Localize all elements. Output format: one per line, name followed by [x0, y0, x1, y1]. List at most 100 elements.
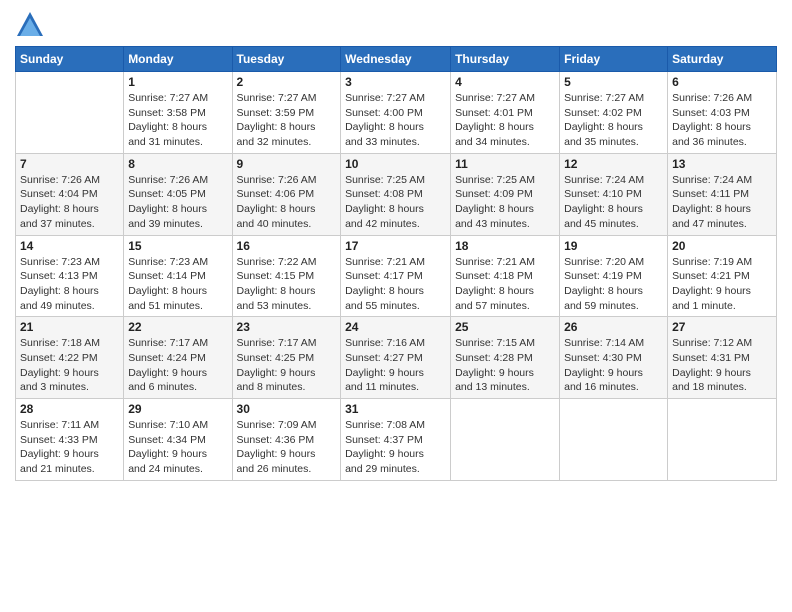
day-number: 14	[20, 239, 119, 253]
day-number: 23	[237, 320, 337, 334]
day-number: 29	[128, 402, 227, 416]
day-number: 25	[455, 320, 555, 334]
day-info: Sunrise: 7:11 AM Sunset: 4:33 PM Dayligh…	[20, 418, 119, 477]
day-number: 30	[237, 402, 337, 416]
day-number: 6	[672, 75, 772, 89]
day-number: 27	[672, 320, 772, 334]
day-info: Sunrise: 7:09 AM Sunset: 4:36 PM Dayligh…	[237, 418, 337, 477]
day-info: Sunrise: 7:27 AM Sunset: 4:02 PM Dayligh…	[564, 91, 663, 150]
calendar-week-row: 1 Sunrise: 7:27 AM Sunset: 3:58 PM Daylig…	[16, 72, 777, 154]
day-info: Sunrise: 7:14 AM Sunset: 4:30 PM Dayligh…	[564, 336, 663, 395]
day-number: 21	[20, 320, 119, 334]
calendar-cell: 25 Sunrise: 7:15 AM Sunset: 4:28 PM Dayli…	[451, 317, 560, 399]
day-info: Sunrise: 7:25 AM Sunset: 4:08 PM Dayligh…	[345, 173, 446, 232]
calendar-cell: 2 Sunrise: 7:27 AM Sunset: 3:59 PM Daylig…	[232, 72, 341, 154]
calendar-week-row: 21 Sunrise: 7:18 AM Sunset: 4:22 PM Dayli…	[16, 317, 777, 399]
day-number: 11	[455, 157, 555, 171]
calendar-cell: 27 Sunrise: 7:12 AM Sunset: 4:31 PM Dayli…	[668, 317, 777, 399]
day-info: Sunrise: 7:19 AM Sunset: 4:21 PM Dayligh…	[672, 255, 772, 314]
day-info: Sunrise: 7:10 AM Sunset: 4:34 PM Dayligh…	[128, 418, 227, 477]
calendar-week-row: 7 Sunrise: 7:26 AM Sunset: 4:04 PM Daylig…	[16, 153, 777, 235]
calendar-cell: 22Sunrise: 7:17 AM Sunset: 4:24 PM Dayli…	[124, 317, 232, 399]
day-info: Sunrise: 7:20 AM Sunset: 4:19 PM Dayligh…	[564, 255, 663, 314]
calendar-week-row: 14 Sunrise: 7:23 AM Sunset: 4:13 PM Dayli…	[16, 235, 777, 317]
day-number: 5	[564, 75, 663, 89]
calendar-day-header: Thursday	[451, 47, 560, 72]
day-number: 2	[237, 75, 337, 89]
calendar-cell: 28 Sunrise: 7:11 AM Sunset: 4:33 PM Dayli…	[16, 399, 124, 481]
day-number: 31	[345, 402, 446, 416]
day-info: Sunrise: 7:15 AM Sunset: 4:28 PM Dayligh…	[455, 336, 555, 395]
calendar-header-row: SundayMondayTuesdayWednesdayThursdayFrid…	[16, 47, 777, 72]
calendar-cell: 3Sunrise: 7:27 AM Sunset: 4:00 PM Daylig…	[341, 72, 451, 154]
day-number: 16	[237, 239, 337, 253]
day-info: Sunrise: 7:26 AM Sunset: 4:03 PM Dayligh…	[672, 91, 772, 150]
day-info: Sunrise: 7:18 AM Sunset: 4:22 PM Dayligh…	[20, 336, 119, 395]
calendar-cell: 6 Sunrise: 7:26 AM Sunset: 4:03 PM Daylig…	[668, 72, 777, 154]
calendar-cell: 30 Sunrise: 7:09 AM Sunset: 4:36 PM Dayli…	[232, 399, 341, 481]
calendar-cell: 14 Sunrise: 7:23 AM Sunset: 4:13 PM Dayli…	[16, 235, 124, 317]
calendar-cell: 12Sunrise: 7:24 AM Sunset: 4:10 PM Dayli…	[560, 153, 668, 235]
logo	[15, 10, 49, 40]
day-number: 1	[128, 75, 227, 89]
day-number: 4	[455, 75, 555, 89]
day-number: 7	[20, 157, 119, 171]
header	[15, 10, 777, 40]
calendar-cell	[560, 399, 668, 481]
day-info: Sunrise: 7:24 AM Sunset: 4:11 PM Dayligh…	[672, 173, 772, 232]
calendar-cell: 26Sunrise: 7:14 AM Sunset: 4:30 PM Dayli…	[560, 317, 668, 399]
calendar-cell: 10 Sunrise: 7:25 AM Sunset: 4:08 PM Dayli…	[341, 153, 451, 235]
day-info: Sunrise: 7:23 AM Sunset: 4:14 PM Dayligh…	[128, 255, 227, 314]
calendar-week-row: 28 Sunrise: 7:11 AM Sunset: 4:33 PM Dayli…	[16, 399, 777, 481]
day-number: 18	[455, 239, 555, 253]
calendar-cell: 20Sunrise: 7:19 AM Sunset: 4:21 PM Dayli…	[668, 235, 777, 317]
day-info: Sunrise: 7:27 AM Sunset: 4:01 PM Dayligh…	[455, 91, 555, 150]
day-info: Sunrise: 7:26 AM Sunset: 4:04 PM Dayligh…	[20, 173, 119, 232]
calendar-cell	[16, 72, 124, 154]
day-number: 15	[128, 239, 227, 253]
day-number: 17	[345, 239, 446, 253]
day-number: 24	[345, 320, 446, 334]
calendar-cell: 21 Sunrise: 7:18 AM Sunset: 4:22 PM Dayli…	[16, 317, 124, 399]
day-info: Sunrise: 7:23 AM Sunset: 4:13 PM Dayligh…	[20, 255, 119, 314]
calendar-cell: 15 Sunrise: 7:23 AM Sunset: 4:14 PM Dayli…	[124, 235, 232, 317]
day-info: Sunrise: 7:27 AM Sunset: 4:00 PM Dayligh…	[345, 91, 446, 150]
calendar-cell: 7 Sunrise: 7:26 AM Sunset: 4:04 PM Daylig…	[16, 153, 124, 235]
day-number: 28	[20, 402, 119, 416]
calendar-day-header: Tuesday	[232, 47, 341, 72]
calendar-cell: 13Sunrise: 7:24 AM Sunset: 4:11 PM Dayli…	[668, 153, 777, 235]
day-number: 9	[237, 157, 337, 171]
day-number: 22	[128, 320, 227, 334]
calendar-cell: 1 Sunrise: 7:27 AM Sunset: 3:58 PM Daylig…	[124, 72, 232, 154]
calendar-cell: 8Sunrise: 7:26 AM Sunset: 4:05 PM Daylig…	[124, 153, 232, 235]
logo-icon	[15, 10, 45, 40]
calendar-day-header: Sunday	[16, 47, 124, 72]
day-number: 10	[345, 157, 446, 171]
calendar-cell	[451, 399, 560, 481]
day-info: Sunrise: 7:24 AM Sunset: 4:10 PM Dayligh…	[564, 173, 663, 232]
day-info: Sunrise: 7:26 AM Sunset: 4:06 PM Dayligh…	[237, 173, 337, 232]
calendar-cell: 17 Sunrise: 7:21 AM Sunset: 4:17 PM Dayli…	[341, 235, 451, 317]
day-info: Sunrise: 7:25 AM Sunset: 4:09 PM Dayligh…	[455, 173, 555, 232]
day-info: Sunrise: 7:08 AM Sunset: 4:37 PM Dayligh…	[345, 418, 446, 477]
calendar-day-header: Friday	[560, 47, 668, 72]
day-info: Sunrise: 7:21 AM Sunset: 4:18 PM Dayligh…	[455, 255, 555, 314]
day-info: Sunrise: 7:27 AM Sunset: 3:58 PM Dayligh…	[128, 91, 227, 150]
calendar-day-header: Saturday	[668, 47, 777, 72]
calendar-cell: 31 Sunrise: 7:08 AM Sunset: 4:37 PM Dayli…	[341, 399, 451, 481]
calendar-cell: 16 Sunrise: 7:22 AM Sunset: 4:15 PM Dayli…	[232, 235, 341, 317]
day-info: Sunrise: 7:27 AM Sunset: 3:59 PM Dayligh…	[237, 91, 337, 150]
calendar-cell: 29 Sunrise: 7:10 AM Sunset: 4:34 PM Dayli…	[124, 399, 232, 481]
page-container: SundayMondayTuesdayWednesdayThursdayFrid…	[0, 0, 792, 491]
calendar-table: SundayMondayTuesdayWednesdayThursdayFrid…	[15, 46, 777, 481]
day-info: Sunrise: 7:17 AM Sunset: 4:25 PM Dayligh…	[237, 336, 337, 395]
day-info: Sunrise: 7:21 AM Sunset: 4:17 PM Dayligh…	[345, 255, 446, 314]
calendar-cell: 5 Sunrise: 7:27 AM Sunset: 4:02 PM Daylig…	[560, 72, 668, 154]
calendar-cell: 9 Sunrise: 7:26 AM Sunset: 4:06 PM Daylig…	[232, 153, 341, 235]
calendar-cell: 19Sunrise: 7:20 AM Sunset: 4:19 PM Dayli…	[560, 235, 668, 317]
calendar-cell: 11 Sunrise: 7:25 AM Sunset: 4:09 PM Dayli…	[451, 153, 560, 235]
day-number: 8	[128, 157, 227, 171]
day-info: Sunrise: 7:22 AM Sunset: 4:15 PM Dayligh…	[237, 255, 337, 314]
calendar-day-header: Monday	[124, 47, 232, 72]
day-info: Sunrise: 7:12 AM Sunset: 4:31 PM Dayligh…	[672, 336, 772, 395]
